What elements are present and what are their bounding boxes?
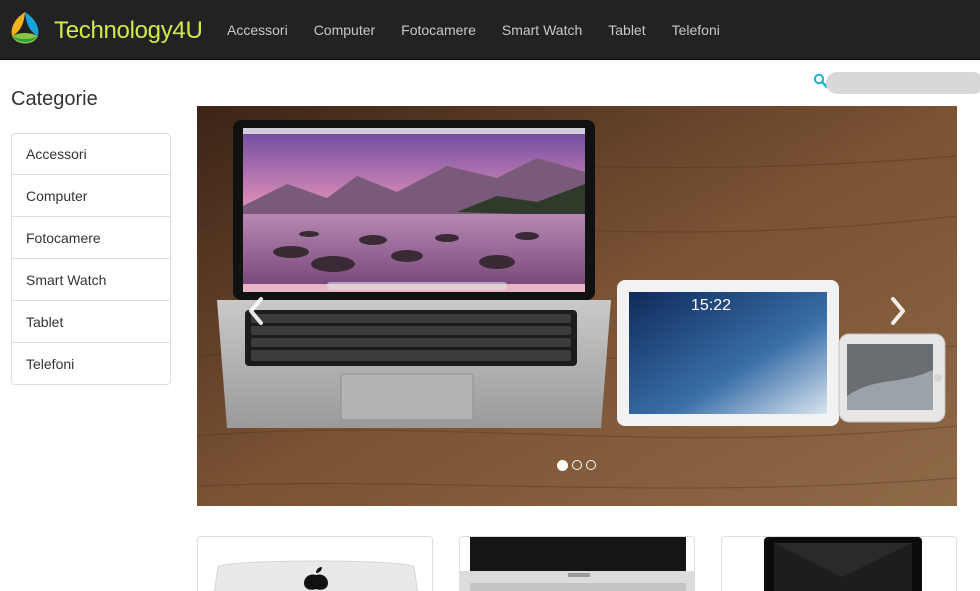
carousel-indicator-1[interactable] <box>557 460 568 471</box>
carousel-indicator-3[interactable] <box>586 460 596 470</box>
product-card[interactable] <box>721 536 957 591</box>
technology4u-logo <box>11 12 39 44</box>
carousel-next-button[interactable] <box>887 296 909 326</box>
top-navbar: Technology4U Accessori Computer Fotocame… <box>0 0 980 60</box>
hero-carousel: 15:22 <box>197 106 957 506</box>
product-image <box>198 537 432 591</box>
nav-item-smart-watch[interactable]: Smart Watch <box>489 22 595 38</box>
nav-item-computer[interactable]: Computer <box>301 22 388 38</box>
nav-item-fotocamere[interactable]: Fotocamere <box>388 22 489 38</box>
product-card[interactable] <box>197 536 433 591</box>
sidebar-item-fotocamere[interactable]: Fotocamere <box>11 217 171 259</box>
nav-item-telefoni[interactable]: Telefoni <box>659 22 733 38</box>
brand-link[interactable]: Technology4U <box>6 9 203 53</box>
main-nav: Accessori Computer Fotocamere Smart Watc… <box>214 0 733 60</box>
category-list: Accessori Computer Fotocamere Smart Watc… <box>11 133 171 385</box>
carousel-slide-image: 15:22 <box>197 106 957 506</box>
product-image <box>722 537 956 591</box>
sidebar-item-tablet[interactable]: Tablet <box>11 301 171 343</box>
carousel-prev-button[interactable] <box>245 296 267 326</box>
nav-item-tablet[interactable]: Tablet <box>595 22 658 38</box>
search-input[interactable] <box>826 72 980 94</box>
nav-item-accessori[interactable]: Accessori <box>214 22 301 38</box>
sidebar-item-computer[interactable]: Computer <box>11 175 171 217</box>
product-card[interactable] <box>459 536 695 591</box>
tablet-clock: 15:22 <box>691 297 731 314</box>
brand-name: Technology4U <box>54 17 203 44</box>
carousel-indicator-2[interactable] <box>572 460 582 470</box>
sidebar-item-telefoni[interactable]: Telefoni <box>11 343 171 385</box>
carousel-indicators <box>557 460 596 471</box>
sidebar-item-smart-watch[interactable]: Smart Watch <box>11 259 171 301</box>
product-image <box>460 537 694 591</box>
sidebar-item-accessori[interactable]: Accessori <box>11 133 171 175</box>
sidebar-title: Categorie <box>11 88 98 110</box>
